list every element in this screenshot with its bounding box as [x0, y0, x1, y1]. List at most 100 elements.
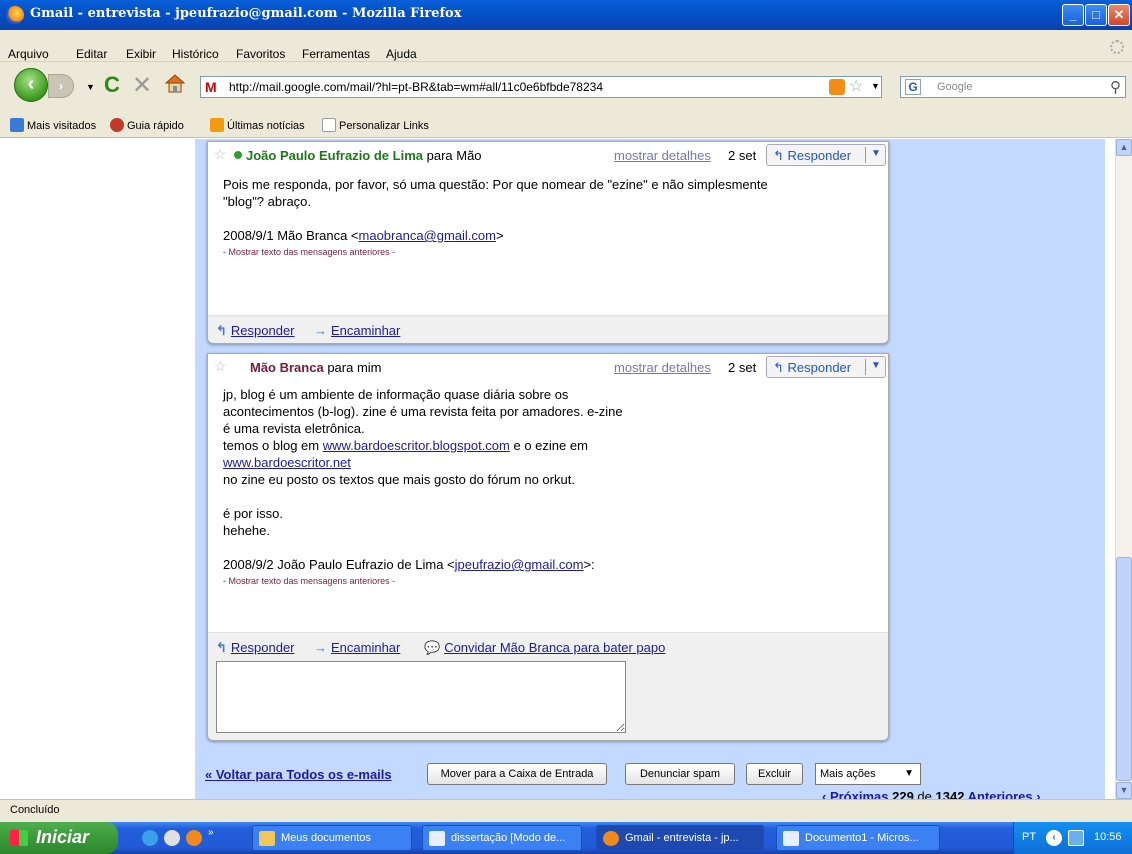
- scroll-up-icon[interactable]: ▲: [1116, 139, 1132, 156]
- forward-button[interactable]: ›: [48, 74, 74, 98]
- star-icon[interactable]: ☆: [214, 146, 227, 163]
- message-header[interactable]: ☆ Mão Branca para mim mostrar detalhes 2…: [208, 354, 888, 380]
- quick-reply-textarea[interactable]: [216, 661, 626, 733]
- chat-bubble-icon: 💬: [424, 640, 441, 655]
- home-button[interactable]: [164, 73, 186, 93]
- search-engine-icon[interactable]: G: [905, 79, 921, 95]
- gmail-favicon: M: [205, 79, 217, 95]
- search-box[interactable]: G Google ⚲: [900, 76, 1126, 98]
- message-footer: ↰ Responder → Encaminhar: [208, 315, 888, 343]
- invite-chat-link[interactable]: Convidar Mão Branca para bater papo: [444, 640, 665, 655]
- show-details-link[interactable]: mostrar detalhes: [614, 148, 711, 163]
- start-button[interactable]: Iniciar: [0, 822, 118, 854]
- minimize-button[interactable]: _: [1062, 4, 1084, 26]
- status-text: Concluído: [10, 804, 60, 816]
- next-link[interactable]: ‹ Próximas: [822, 789, 888, 799]
- windows-logo-icon: [10, 830, 28, 846]
- back-to-all-mail-link[interactable]: « Voltar para Todos os e-mails: [205, 767, 392, 782]
- firefox-icon: [603, 831, 619, 846]
- blog-link[interactable]: www.bardoescritor.blogspot.com: [323, 438, 510, 453]
- windows-taskbar: Iniciar » Meus documentos dissertação [M…: [0, 822, 1132, 854]
- bookmark-guia-rapido[interactable]: Guia rápido: [110, 118, 184, 132]
- search-magnifier-icon[interactable]: ⚲: [1110, 78, 1121, 96]
- star-icon[interactable]: ☆: [214, 358, 227, 375]
- report-spam-button[interactable]: Denunciar spam: [625, 763, 735, 785]
- reply-arrow-icon: ↰: [773, 360, 788, 375]
- taskbar-item-gmail-firefox[interactable]: Gmail - entrevista - jp...: [596, 825, 764, 851]
- taskbar-item-dissertacao[interactable]: dissertação [Modo de...: [422, 825, 582, 851]
- url-dropdown-icon[interactable]: ▼: [871, 81, 880, 91]
- message-date: 2 set: [728, 148, 757, 163]
- reload-button[interactable]: C: [104, 72, 120, 98]
- window-title-bar[interactable]: Gmail - entrevista - jpeufrazio@gmail.co…: [0, 0, 1132, 30]
- clock: 10:56: [1094, 831, 1122, 843]
- move-to-inbox-button[interactable]: Mover para a Caixa de Entrada: [427, 763, 607, 785]
- status-bar: Concluído: [0, 799, 1132, 822]
- history-dropdown-icon[interactable]: ▼: [86, 82, 95, 92]
- reply-options-dropdown-icon[interactable]: ▼: [871, 148, 881, 159]
- bookmark-personalizar-links[interactable]: Personalizar Links: [322, 118, 429, 132]
- email-link[interactable]: jpeufrazio@gmail.com: [455, 557, 584, 572]
- message-card: ☆ João Paulo Eufrazio de Lima para Mão m…: [207, 141, 889, 344]
- menu-exibir[interactable]: Exibir: [126, 47, 156, 61]
- menu-ajuda[interactable]: Ajuda: [386, 47, 417, 61]
- bookmark-star-icon[interactable]: ☆: [849, 76, 863, 96]
- address-url[interactable]: http://mail.google.com/mail/?hl=pt-BR&ta…: [229, 80, 603, 94]
- search-input[interactable]: Google: [937, 81, 972, 93]
- back-button[interactable]: ‹: [14, 68, 48, 102]
- forward-link[interactable]: Encaminhar: [331, 323, 400, 338]
- address-bar[interactable]: M http://mail.google.com/mail/?hl=pt-BR&…: [200, 76, 882, 98]
- reply-link[interactable]: Responder: [231, 323, 295, 338]
- scrollbar-thumb[interactable]: [1116, 557, 1132, 781]
- network-icon[interactable]: [1068, 830, 1084, 846]
- home-icon: [164, 74, 186, 93]
- menu-editar[interactable]: Editar: [76, 47, 107, 61]
- message-body: jp, blog é um ambiente de informação qua…: [223, 386, 623, 590]
- menu-historico[interactable]: Histórico: [172, 47, 219, 61]
- delete-button[interactable]: Excluir: [746, 763, 803, 785]
- reply-button[interactable]: ↰ Responder ▼: [766, 144, 886, 166]
- language-indicator[interactable]: PT: [1022, 831, 1036, 843]
- close-button[interactable]: ✕: [1108, 4, 1130, 26]
- ezine-link[interactable]: www.bardoescritor.net: [223, 455, 351, 470]
- rss-feed-icon[interactable]: [829, 79, 845, 95]
- message-date: 2 set: [728, 360, 757, 375]
- rss-bookmark-icon: [210, 118, 224, 132]
- vertical-scrollbar[interactable]: ▲ ▼: [1115, 139, 1132, 799]
- stop-button[interactable]: ✕: [132, 71, 152, 100]
- bookmark-ultimas-noticias[interactable]: Últimas notícias: [210, 118, 305, 132]
- more-actions-select[interactable]: Mais ações ▼: [815, 763, 921, 785]
- scroll-down-icon[interactable]: ▼: [1116, 782, 1132, 799]
- menu-arquivo[interactable]: Arquivo: [8, 47, 49, 61]
- forward-arrow-icon: →: [314, 640, 327, 655]
- reply-button[interactable]: ↰ Responder ▼: [766, 356, 886, 378]
- previous-link[interactable]: Anteriores ›: [968, 789, 1041, 799]
- firefox-quicklaunch-icon[interactable]: [186, 830, 202, 846]
- ie-quicklaunch-icon[interactable]: [142, 830, 158, 846]
- reply-link[interactable]: Responder: [231, 640, 295, 655]
- show-quoted-text-link[interactable]: - Mostrar texto das mensagens anteriores…: [223, 244, 768, 261]
- tray-collapse-icon[interactable]: ‹: [1046, 830, 1062, 846]
- reply-options-dropdown-icon[interactable]: ▼: [871, 360, 881, 371]
- message-header[interactable]: ☆ João Paulo Eufrazio de Lima para Mão m…: [208, 142, 888, 168]
- taskbar-item-documento1[interactable]: Documento1 - Micros...: [776, 825, 940, 851]
- email-link[interactable]: maobranca@gmail.com: [359, 228, 496, 243]
- app-quicklaunch-icon[interactable]: [164, 830, 180, 846]
- quicklaunch-expand-icon[interactable]: »: [208, 827, 214, 838]
- message-card: ☆ Mão Branca para mim mostrar detalhes 2…: [207, 353, 889, 741]
- firefox-bookmark-icon: [110, 118, 124, 132]
- page-icon: [322, 118, 336, 132]
- bookmarks-toolbar: Mais visitados Guia rápido Últimas notíc…: [0, 112, 1132, 138]
- folder-icon: [259, 831, 275, 846]
- word-document-icon: [429, 831, 445, 846]
- bookmark-folder-icon: [10, 118, 24, 132]
- forward-link[interactable]: Encaminhar: [331, 640, 400, 655]
- menu-ferramentas[interactable]: Ferramentas: [302, 47, 370, 61]
- show-details-link[interactable]: mostrar detalhes: [614, 360, 711, 375]
- bookmark-mais-visitados[interactable]: Mais visitados: [10, 118, 96, 132]
- taskbar-item-meus-documentos[interactable]: Meus documentos: [252, 825, 412, 851]
- menu-favoritos[interactable]: Favoritos: [236, 47, 285, 61]
- show-quoted-text-link[interactable]: - Mostrar texto das mensagens anteriores…: [223, 573, 623, 590]
- pagination: ‹ Próximas 229 de 1342 Anteriores ›: [822, 789, 1041, 799]
- maximize-button[interactable]: □: [1085, 4, 1107, 26]
